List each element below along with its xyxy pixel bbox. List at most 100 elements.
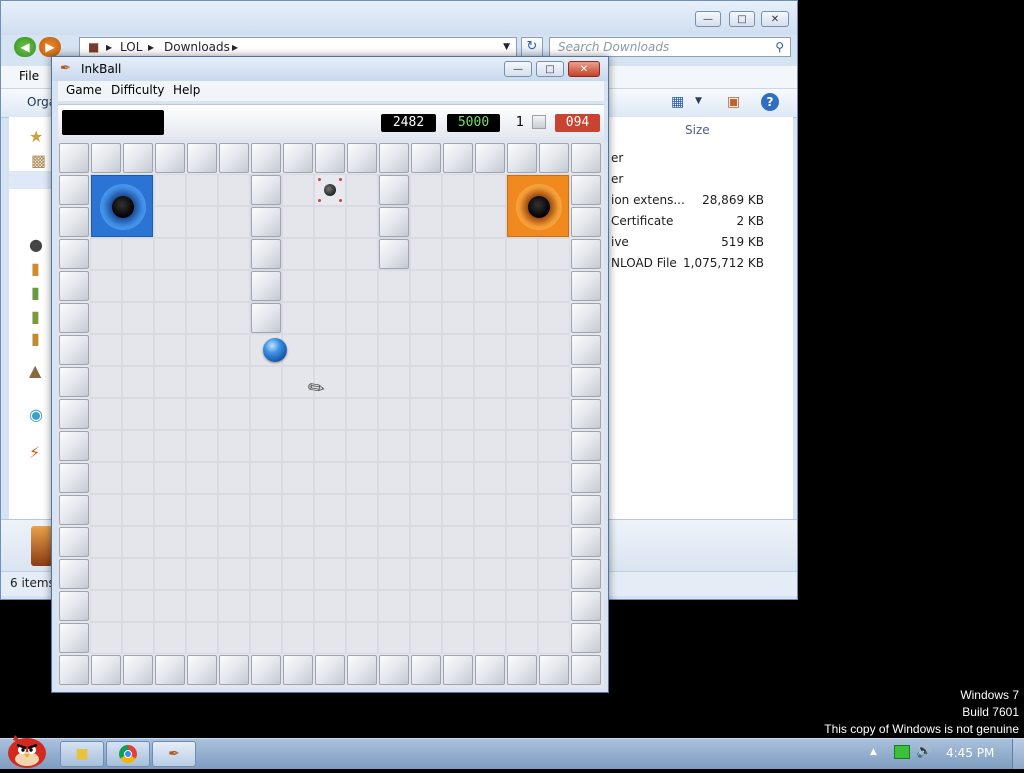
wall-tile bbox=[59, 559, 89, 589]
board-cell bbox=[378, 494, 410, 526]
file-row[interactable]: ive 519 KB bbox=[611, 235, 786, 255]
wall-tile bbox=[251, 239, 281, 269]
menu-game[interactable]: Game bbox=[66, 83, 102, 97]
flash-icon[interactable]: ⚡ bbox=[29, 443, 40, 462]
breadcrumb-downloads[interactable]: Downloads bbox=[164, 38, 230, 56]
board-cell bbox=[218, 398, 250, 430]
desktop-icon[interactable]: ▩ bbox=[31, 151, 46, 170]
file-name: ive bbox=[611, 235, 629, 249]
close-button[interactable]: ✕ bbox=[761, 11, 789, 27]
board-cell bbox=[122, 398, 154, 430]
board-cell bbox=[538, 558, 570, 590]
board-cell bbox=[474, 622, 506, 654]
chevron-down-icon[interactable]: ▼ bbox=[695, 96, 702, 106]
board-cell bbox=[346, 590, 378, 622]
breadcrumb-sep-icon: ▸ bbox=[232, 40, 239, 54]
wall-tile bbox=[571, 399, 601, 429]
angry-birds-start-icon[interactable] bbox=[3, 731, 49, 769]
board-cell bbox=[506, 590, 538, 622]
show-hidden-icons-icon[interactable]: ▲ bbox=[870, 747, 877, 757]
board-cell bbox=[90, 622, 122, 654]
game-board[interactable]: ✎ bbox=[58, 142, 604, 688]
minimize-button[interactable]: — bbox=[504, 61, 532, 77]
board-cell bbox=[154, 238, 186, 270]
inkball-window[interactable]: ✒ InkBall — □ ✕ Game Difficulty Help 248… bbox=[51, 56, 609, 693]
board-cell bbox=[410, 174, 442, 206]
minimize-button[interactable]: — bbox=[695, 11, 721, 27]
downloads-nav-selected[interactable] bbox=[9, 171, 53, 189]
library-icon-4[interactable]: ▮ bbox=[31, 329, 40, 348]
board-cell bbox=[410, 238, 442, 270]
board-cell bbox=[506, 398, 538, 430]
inkball-menubar: Game Difficulty Help bbox=[58, 81, 604, 101]
volume-icon[interactable]: 🔊 bbox=[916, 744, 932, 759]
board-cell bbox=[218, 526, 250, 558]
chrome-taskbar-button[interactable] bbox=[106, 741, 150, 767]
board-cell bbox=[282, 494, 314, 526]
board-cell bbox=[474, 590, 506, 622]
board-cell bbox=[346, 494, 378, 526]
library-icon-2[interactable]: ▮ bbox=[31, 283, 40, 302]
board-cell bbox=[410, 430, 442, 462]
address-field[interactable]: ■ ▸ LOL ▸ Downloads ▸ ▼ bbox=[79, 37, 517, 57]
ink-color-display bbox=[62, 110, 164, 135]
network-status-icon[interactable] bbox=[894, 745, 910, 759]
menu-difficulty[interactable]: Difficulty bbox=[111, 83, 165, 97]
board-cell bbox=[282, 302, 314, 334]
wall-tile bbox=[379, 207, 409, 237]
target-score-display: 5000 bbox=[447, 114, 500, 132]
board-cell bbox=[218, 462, 250, 494]
clock[interactable]: 4:45 PM bbox=[946, 746, 994, 760]
view-icon[interactable]: ▦ bbox=[671, 94, 684, 110]
file-row[interactable]: Certificate 2 KB bbox=[611, 214, 786, 234]
dropdown-arrow-icon[interactable]: ▼ bbox=[503, 38, 510, 56]
close-button[interactable]: ✕ bbox=[568, 61, 600, 77]
maximize-button[interactable]: □ bbox=[536, 61, 564, 77]
homegroup-icon[interactable]: ▲ bbox=[29, 361, 41, 380]
board-cell bbox=[410, 590, 442, 622]
explorer-titlebar[interactable]: — □ ✕ bbox=[1, 1, 797, 35]
preview-pane-icon[interactable]: ▣ bbox=[727, 94, 740, 110]
navigation-pane[interactable]: ★ ▩ ● ▮ ▮ ▮ ▮ ▲ ◉ ⚡ bbox=[9, 117, 53, 519]
file-row[interactable]: NLOAD File 1,075,712 KB bbox=[611, 256, 786, 276]
column-size[interactable]: Size bbox=[685, 123, 710, 137]
menu-help[interactable]: Help bbox=[173, 83, 200, 97]
board-cell bbox=[122, 430, 154, 462]
board-cell bbox=[538, 270, 570, 302]
explorer-taskbar-button[interactable]: ■ bbox=[60, 741, 104, 767]
board-cell bbox=[218, 430, 250, 462]
back-button[interactable]: ◀ bbox=[14, 37, 36, 57]
board-cell bbox=[506, 526, 538, 558]
board-cell bbox=[474, 430, 506, 462]
inkball-titlebar[interactable]: ✒ InkBall — □ ✕ bbox=[52, 57, 608, 81]
wall-tile bbox=[315, 143, 345, 173]
file-row[interactable]: ion extens... 28,869 KB bbox=[611, 193, 786, 213]
explorer-icon: ■ bbox=[75, 746, 89, 762]
computer-icon[interactable]: ◉ bbox=[29, 405, 43, 424]
favorites-star-icon[interactable]: ★ bbox=[29, 127, 43, 146]
forward-button[interactable]: ▶ bbox=[39, 37, 61, 57]
help-icon[interactable]: ? bbox=[761, 93, 779, 111]
inkball-taskbar-button[interactable]: ✒ bbox=[152, 741, 196, 767]
maximize-button[interactable]: □ bbox=[729, 11, 755, 27]
board-cell bbox=[506, 430, 538, 462]
file-row[interactable]: er bbox=[611, 172, 786, 192]
network-icon[interactable]: ● bbox=[29, 235, 43, 254]
wall-tile bbox=[91, 655, 121, 685]
breadcrumb-lol[interactable]: LOL bbox=[120, 38, 142, 56]
refresh-button[interactable]: ↻ bbox=[521, 37, 543, 57]
menu-file[interactable]: File bbox=[19, 69, 39, 83]
board-cell bbox=[474, 302, 506, 334]
board-cell bbox=[186, 206, 218, 238]
breadcrumb-sep-icon: ▸ bbox=[106, 40, 113, 54]
show-desktop-button[interactable] bbox=[1012, 739, 1024, 769]
search-icon[interactable]: ⚲ bbox=[775, 38, 784, 56]
wall-tile bbox=[571, 655, 601, 685]
library-icon-3[interactable]: ▮ bbox=[31, 307, 40, 326]
board-cell bbox=[186, 462, 218, 494]
search-input[interactable]: Search Downloads ⚲ bbox=[549, 37, 791, 57]
file-row[interactable]: er bbox=[611, 151, 786, 171]
board-cell bbox=[90, 526, 122, 558]
library-icon[interactable]: ▮ bbox=[31, 259, 40, 278]
board-cell bbox=[410, 334, 442, 366]
